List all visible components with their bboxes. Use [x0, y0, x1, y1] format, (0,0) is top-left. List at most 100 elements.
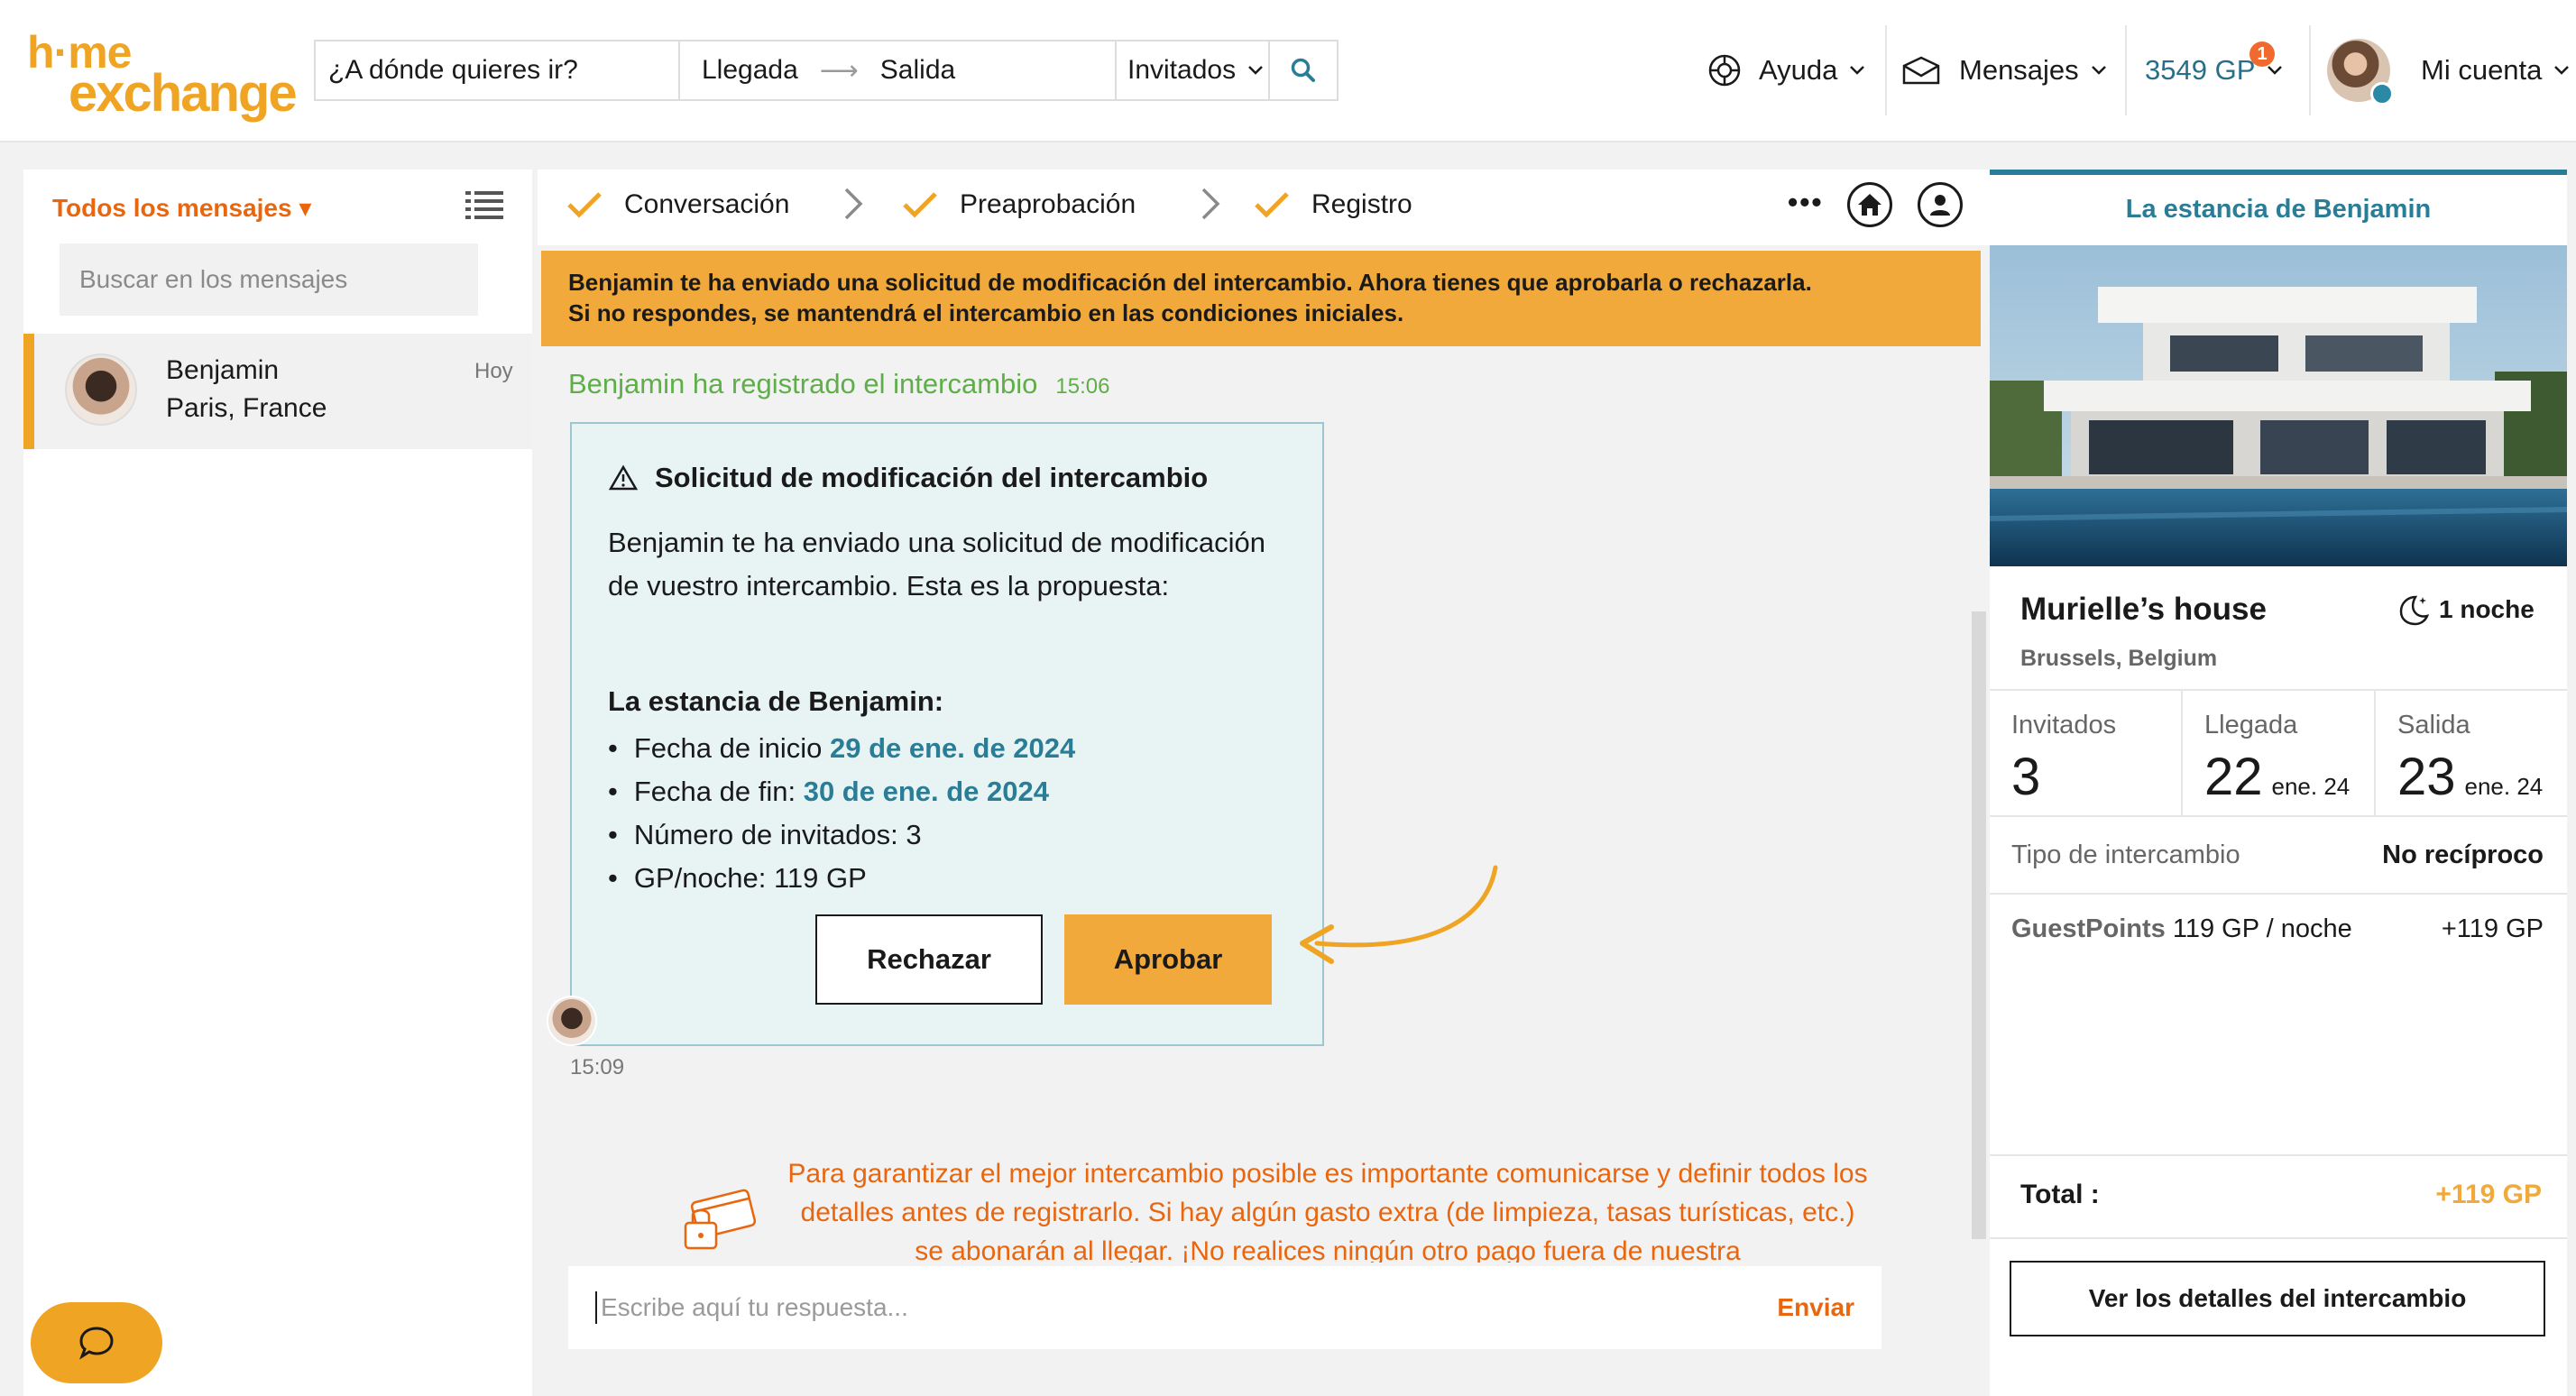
- guestpoints-row: GuestPoints 119 GP / noche +119 GP: [2011, 914, 2544, 944]
- list-item: Fecha de inicio 29 de ene. de 2024: [608, 727, 1075, 770]
- divider: [1990, 1154, 2567, 1156]
- proposal-list: Fecha de inicio 29 de ene. de 2024 Fecha…: [608, 727, 1075, 900]
- homeexchange-logo[interactable]: h·me exchange: [27, 27, 298, 123]
- arrival-day: 22: [2204, 748, 2263, 806]
- conversation-time: Hoy: [474, 359, 513, 383]
- departure-month: ene. 24: [2464, 773, 2544, 800]
- home-icon: [1858, 194, 1881, 216]
- departure-label: Salida: [2397, 711, 2470, 739]
- exchange-type-label: Tipo de intercambio: [2011, 840, 2240, 869]
- guests-label: Invitados: [2011, 711, 2117, 739]
- reject-button[interactable]: Rechazar: [815, 914, 1043, 1005]
- message-search-input[interactable]: Buscar en los mensajes: [60, 243, 478, 316]
- search-icon: [1291, 58, 1315, 82]
- house-photo[interactable]: [1990, 245, 2567, 566]
- arrival-label: Llegada: [2204, 711, 2298, 739]
- credit-card-lock-icon: [684, 1189, 757, 1250]
- send-button[interactable]: Enviar: [1777, 1293, 1854, 1322]
- header-divider: [1885, 25, 1887, 115]
- warning-icon: [608, 464, 639, 491]
- arrow-annotation-icon: [1300, 865, 1498, 964]
- account-menu[interactable]: Mi cuenta: [2327, 36, 2571, 106]
- guests-count: Número de invitados: 3: [633, 819, 922, 850]
- arrival-value: 22 ene. 24: [2204, 747, 2350, 807]
- registered-time: 15:06: [1055, 374, 1110, 399]
- chevron-down-icon: [2554, 66, 2570, 75]
- end-date-label: Fecha de fin:: [633, 776, 804, 807]
- list-item: Fecha de fin: 30 de ene. de 2024: [608, 770, 1075, 813]
- nights-count: 1 noche: [2396, 592, 2535, 628]
- chevron-down-icon: [1248, 66, 1263, 75]
- chevron-down-icon: [1850, 66, 1865, 75]
- profile-button[interactable]: [1918, 182, 1963, 227]
- message-search-placeholder: Buscar en los mensajes: [79, 265, 348, 293]
- guests-value: 3: [2011, 748, 2041, 806]
- header-divider: [2309, 25, 2311, 115]
- house-name[interactable]: Murielle’s house: [2020, 592, 2267, 628]
- checkmark-icon: [903, 192, 937, 218]
- departure-day: 23: [2397, 748, 2456, 806]
- panel-title: La estancia de Benjamin: [2125, 195, 2432, 224]
- reply-input[interactable]: Escribe aquí tu respuesta... Enviar: [568, 1266, 1881, 1349]
- more-options-icon[interactable]: •••: [1788, 186, 1824, 219]
- lifebuoy-icon: [1708, 54, 1741, 87]
- search-button[interactable]: [1270, 41, 1337, 99]
- guests-cell: Invitados 3: [1990, 691, 2183, 815]
- messages-menu[interactable]: Mensajes: [1901, 36, 2108, 105]
- approve-button[interactable]: Aprobar: [1064, 914, 1272, 1005]
- view-exchange-details-button[interactable]: Ver los detalles del intercambio: [2010, 1261, 2545, 1336]
- envelope-icon: [1902, 56, 1940, 85]
- departure-cell: Salida 23 ene. 24: [2376, 691, 2567, 815]
- banner-line-2: Si no respondes, se mantendrá el interca…: [568, 299, 1404, 326]
- card-subtitle: La estancia de Benjamin:: [608, 685, 944, 717]
- chevron-right-icon: [842, 186, 864, 231]
- list-item: Número de invitados: 3: [608, 813, 1075, 857]
- exchange-type-row: Tipo de intercambio No recíproco: [2011, 840, 2544, 870]
- top-header: h·me exchange ¿A dónde quieres ir? Llega…: [0, 0, 2576, 142]
- banner-line-1: Benjamin te ha enviado una solicitud de …: [568, 269, 1812, 296]
- user-avatar: [2327, 39, 2394, 106]
- contact-location: Paris, France: [166, 393, 327, 423]
- dates-input[interactable]: Llegada ⟶ Salida: [680, 41, 1117, 99]
- header-divider: [2125, 25, 2127, 115]
- card-title: Solicitud de modificación del intercambi…: [608, 462, 1208, 494]
- divider: [1990, 893, 2567, 895]
- contact-avatar: [65, 354, 137, 426]
- guests-label: Invitados: [1127, 55, 1237, 85]
- verified-icon: [2370, 82, 2394, 106]
- list-view-icon[interactable]: [465, 189, 503, 220]
- card-title-text: Solicitud de modificación del intercambi…: [655, 462, 1209, 493]
- home-button[interactable]: [1847, 182, 1892, 227]
- speech-bubble-icon: [79, 1327, 114, 1360]
- conversation-panel: Conversación Preaprobación Registro ••• …: [538, 170, 1990, 1396]
- guests-dropdown[interactable]: Invitados: [1117, 41, 1270, 99]
- modification-alert-banner: Benjamin te ha enviado una solicitud de …: [541, 251, 1981, 346]
- step-preapproval: Preaprobación: [902, 189, 1136, 220]
- card-description: Benjamin te ha enviado una solicitud de …: [608, 527, 1265, 602]
- total-label: Total :: [2020, 1180, 2100, 1209]
- chat-support-button[interactable]: [31, 1302, 162, 1383]
- stay-details-grid: Invitados 3 Llegada 22 ene. 24 Salida 23 e…: [1990, 689, 2567, 817]
- safety-tip: Para garantizar el mejor intercambio pos…: [787, 1159, 1868, 1263]
- step-label: Registro: [1311, 189, 1412, 219]
- divider: [1990, 1237, 2567, 1239]
- arrival-cell: Llegada 22 ene. 24: [2183, 691, 2376, 815]
- user-icon: [1930, 195, 1950, 216]
- conversation-item[interactable]: Benjamin Paris, France Hoy: [23, 334, 532, 449]
- modification-request-card: Solicitud de modificación del intercambi…: [570, 422, 1324, 1046]
- house-location: Brussels, Belgium: [2020, 646, 2218, 671]
- start-date-value: 29 de ene. de 2024: [829, 732, 1076, 764]
- chevron-down-icon: [2091, 66, 2106, 75]
- departure-label: Salida: [879, 55, 956, 85]
- destination-input[interactable]: ¿A dónde quieres ir?: [316, 41, 680, 99]
- all-messages-filter[interactable]: Todos los mensajes ▾: [52, 193, 311, 223]
- arrival-month: ene. 24: [2271, 773, 2351, 800]
- exchange-steps: Conversación Preaprobación Registro •••: [538, 170, 1990, 245]
- departure-value: 23 ene. 24: [2397, 747, 2543, 807]
- start-date-label: Fecha de inicio: [633, 732, 830, 764]
- chevron-down-icon: [2268, 66, 2283, 75]
- scrollbar[interactable]: [1972, 611, 1986, 1239]
- contact-name: Benjamin: [166, 355, 280, 385]
- step-conversation: Conversación: [566, 189, 789, 220]
- help-menu[interactable]: Ayuda: [1707, 36, 1866, 105]
